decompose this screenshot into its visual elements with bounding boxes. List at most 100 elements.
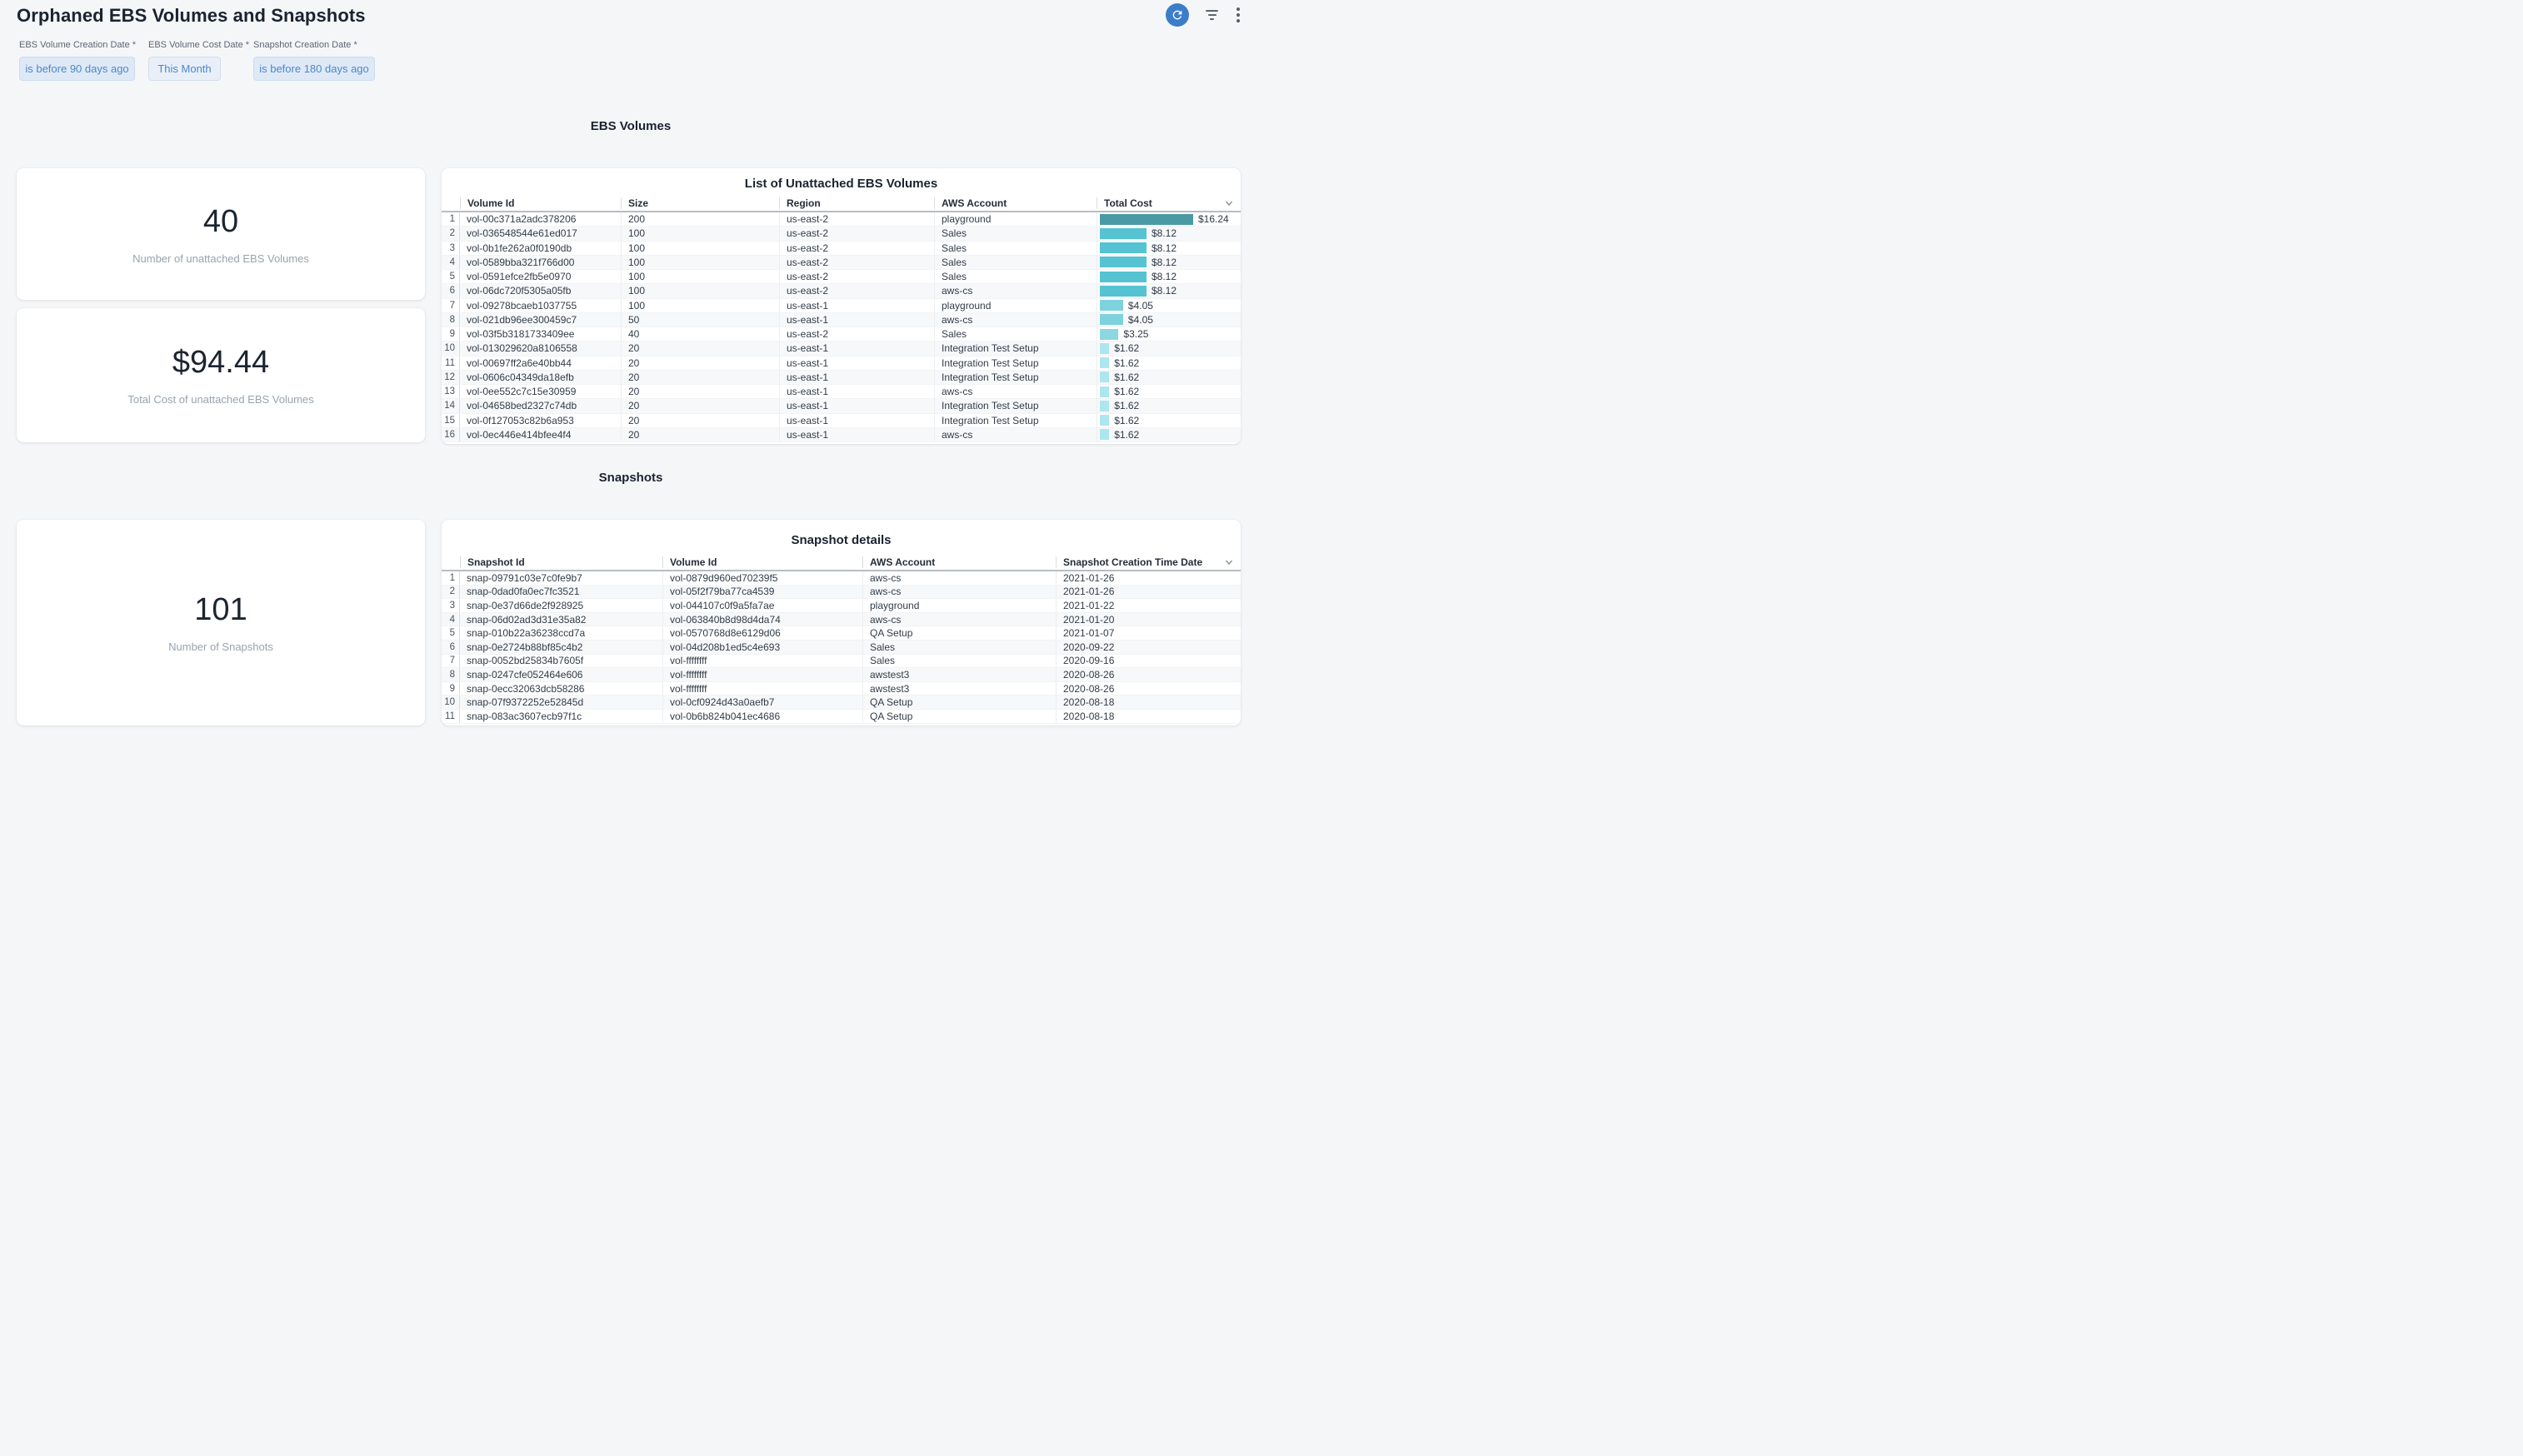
row-index: 8 (442, 313, 460, 327)
cell-snapshot-creation-date: 2020-08-18 (1056, 710, 1241, 723)
table-header-row: Volume Id Size Region AWS Account Total … (442, 196, 1241, 212)
row-number-header (442, 556, 460, 568)
row-index: 1 (442, 212, 460, 226)
filter-chip-snapshot-creation-date[interactable]: is before 180 days ago (253, 57, 375, 81)
column-header-volume-id[interactable]: Volume Id (460, 197, 621, 209)
kpi-card-number-of-snapshots: 101 Number of Snapshots (17, 520, 425, 726)
refresh-button[interactable] (1166, 3, 1189, 27)
cell-total-cost: $1.62 (1097, 371, 1241, 384)
filter-group-snapshot-creation-date: Snapshot Creation Date * is before 180 d… (253, 40, 375, 81)
kpi-card-total-cost: $94.44 Total Cost of unattached EBS Volu… (17, 308, 425, 442)
cell-aws-account: Sales (862, 655, 1056, 668)
table-row: 16vol-0ec446e414bfee4f420us-east-1aws-cs… (442, 428, 1241, 442)
cell-aws-account: Sales (934, 227, 1097, 240)
cell-region: us-east-2 (779, 256, 934, 269)
table-row: 1vol-00c371a2adc378206200us-east-2playgr… (442, 212, 1241, 227)
column-header-snapshot-creation-time-date[interactable]: Snapshot Creation Time Date (1056, 556, 1241, 568)
cell-total-cost: $1.62 (1097, 385, 1241, 398)
cell-volume-id: vol-0b6b824b041ec4686 (662, 710, 862, 723)
row-index: 16 (442, 428, 460, 441)
cell-size: 20 (621, 428, 779, 441)
chevron-down-icon[interactable] (1224, 557, 1234, 570)
cell-volume-id: vol-04658bed2327c74db (460, 399, 621, 412)
cell-aws-account: Integration Test Setup (934, 357, 1097, 370)
column-header-region[interactable]: Region (779, 197, 934, 209)
column-header-snapshot-id[interactable]: Snapshot Id (460, 556, 662, 568)
cell-volume-id: vol-ffffffff (662, 655, 862, 668)
table-row: 6snap-0e2724b88bf85c4b2vol-04d208b1ed5c4… (442, 641, 1241, 655)
column-header-total-cost[interactable]: Total Cost (1097, 197, 1241, 209)
ebs-volumes-section-heading: EBS Volumes (0, 119, 1262, 133)
table-row: 7vol-09278bcaeb1037755100us-east-1playgr… (442, 299, 1241, 313)
table-row: 9vol-03f5b3181733409ee40us-east-2Sales$3… (442, 327, 1241, 342)
table-title: Snapshot details (442, 533, 1241, 548)
cell-aws-account: Integration Test Setup (934, 342, 1097, 355)
cost-bar (1100, 257, 1147, 267)
cell-snapshot-creation-date: 2020-09-22 (1056, 641, 1241, 654)
row-index: 2 (442, 227, 460, 240)
cell-total-cost: $8.12 (1097, 227, 1241, 240)
row-number-header (442, 197, 460, 209)
cell-aws-account: playground (934, 212, 1097, 226)
cost-bar (1100, 272, 1147, 282)
cell-volume-id: vol-0b1fe262a0f0190db (460, 242, 621, 255)
cell-size: 20 (621, 371, 779, 384)
cost-bar (1100, 357, 1109, 368)
kpi-label: Number of Snapshots (168, 641, 273, 653)
filter-group-ebs-volume-creation-date: EBS Volume Creation Date * is before 90 … (19, 40, 136, 81)
chevron-down-icon[interactable] (1224, 198, 1234, 211)
row-index: 4 (442, 613, 460, 626)
filter-chip-ebs-volume-cost-date[interactable]: This Month (148, 57, 221, 81)
column-header-size[interactable]: Size (621, 197, 779, 209)
more-options-button[interactable] (1235, 6, 1242, 24)
table-title: List of Unattached EBS Volumes (442, 177, 1241, 192)
row-index: 11 (442, 710, 460, 723)
cell-volume-id: vol-00c371a2adc378206 (460, 212, 621, 226)
cell-aws-account: Sales (934, 270, 1097, 283)
column-header-aws-account[interactable]: AWS Account (862, 556, 1056, 568)
filter-chip-ebs-volume-creation-date[interactable]: is before 90 days ago (19, 57, 135, 81)
cell-region: us-east-1 (779, 313, 934, 327)
cell-aws-account: playground (862, 599, 1056, 612)
cell-aws-account: aws-cs (934, 385, 1097, 398)
cell-region: us-east-2 (779, 212, 934, 226)
cell-snapshot-id: snap-083ac3607ecb97f1c (460, 710, 662, 723)
cell-volume-id: vol-036548544e61ed017 (460, 227, 621, 240)
table-row: 12vol-0606c04349da18efb20us-east-1Integr… (442, 371, 1241, 385)
row-index: 5 (442, 626, 460, 640)
cell-aws-account: Sales (934, 242, 1097, 255)
cell-volume-id: vol-0ec446e414bfee4f4 (460, 428, 621, 441)
cell-aws-account: QA Setup (862, 696, 1056, 709)
cell-volume-id: vol-09278bcaeb1037755 (460, 299, 621, 312)
cell-size: 40 (621, 327, 779, 341)
cell-total-cost: $3.25 (1097, 327, 1241, 341)
cell-snapshot-creation-date: 2021-01-22 (1056, 599, 1241, 612)
cell-region: us-east-1 (779, 342, 934, 355)
row-index: 10 (442, 696, 460, 709)
cost-value-label: $16.24 (1198, 213, 1229, 225)
column-header-volume-id[interactable]: Volume Id (662, 556, 862, 568)
cost-bar (1100, 415, 1109, 426)
table-row: 1snap-09791c03e7c0fe9b7vol-0879d960ed702… (442, 571, 1241, 586)
table-row: 11vol-00697ff2a6e40bb4420us-east-1Integr… (442, 357, 1241, 371)
row-index: 1 (442, 571, 460, 585)
table-row: 10snap-07f9372252e52845dvol-0cf0924d43a0… (442, 696, 1241, 710)
cell-aws-account: aws-cs (934, 313, 1097, 327)
cell-size: 100 (621, 270, 779, 283)
row-index: 11 (442, 357, 460, 370)
cell-aws-account: Sales (934, 256, 1097, 269)
column-header-aws-account[interactable]: AWS Account (934, 197, 1097, 209)
cost-value-label: $1.62 (1114, 400, 1139, 411)
filter-button[interactable] (1204, 8, 1220, 22)
cost-value-label: $1.62 (1114, 415, 1139, 426)
table-row: 3snap-0e37d66de2f928925vol-044107c0f9a5f… (442, 599, 1241, 613)
cost-value-label: $4.05 (1128, 300, 1153, 312)
cell-total-cost: $16.24 (1097, 212, 1241, 226)
cost-value-label: $8.12 (1152, 285, 1177, 297)
cell-aws-account: QA Setup (862, 626, 1056, 640)
cell-snapshot-creation-date: 2021-01-07 (1056, 626, 1241, 640)
cell-snapshot-creation-date: 2021-01-26 (1056, 571, 1241, 585)
filter-label: EBS Volume Cost Date * (148, 40, 249, 50)
cell-snapshot-id: snap-010b22a36238ccd7a (460, 626, 662, 640)
cell-aws-account: aws-cs (934, 428, 1097, 441)
